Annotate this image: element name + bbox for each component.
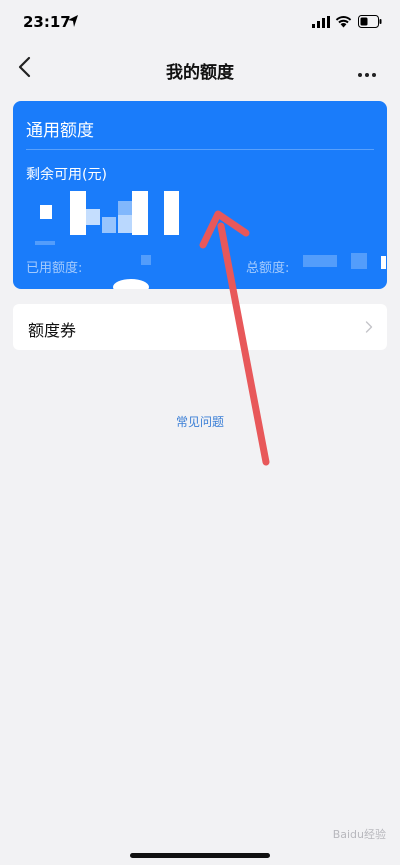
- redacted-total-value: [303, 255, 337, 267]
- screen: 23:17 我的额度 通用额度 剩余可用(元) 已用额度: 总额度: 额度券 常…: [0, 0, 400, 865]
- redacted-total-value-3: [381, 256, 386, 269]
- redacted-total-value-2: [351, 253, 367, 269]
- card-title: 通用额度: [26, 121, 94, 141]
- wifi-icon: [335, 16, 352, 28]
- battery-icon: [358, 15, 382, 28]
- status-time: 23:17: [23, 13, 71, 31]
- nav-bar: 我的额度: [0, 44, 400, 92]
- signal-icon: [312, 16, 330, 28]
- redacted-used-value: [141, 255, 151, 265]
- used-quota-label: 已用额度:: [26, 261, 83, 276]
- total-quota-label: 总额度:: [246, 261, 290, 276]
- quota-coupon-label: 额度券: [28, 321, 77, 340]
- redacted-edge-shape: [113, 279, 149, 289]
- quota-coupon-row[interactable]: 额度券: [13, 304, 387, 350]
- ellipsis-icon[interactable]: [358, 62, 382, 77]
- page-title: 我的额度: [166, 63, 234, 83]
- watermark: Baidu经验: [332, 828, 386, 841]
- card-divider: [26, 149, 374, 150]
- remaining-label: 剩余可用(元): [26, 167, 107, 183]
- remaining-amount-mosaic: [26, 191, 186, 239]
- location-arrow-icon: [68, 15, 78, 27]
- quota-card: 通用额度 剩余可用(元) 已用额度: 总额度:: [13, 101, 387, 289]
- home-indicator: [130, 853, 270, 858]
- status-icons: [312, 14, 382, 30]
- redacted-bar: [35, 241, 55, 245]
- status-bar: 23:17: [0, 0, 400, 44]
- faq-link[interactable]: 常见问题: [0, 413, 400, 430]
- chevron-right-icon: [365, 321, 373, 333]
